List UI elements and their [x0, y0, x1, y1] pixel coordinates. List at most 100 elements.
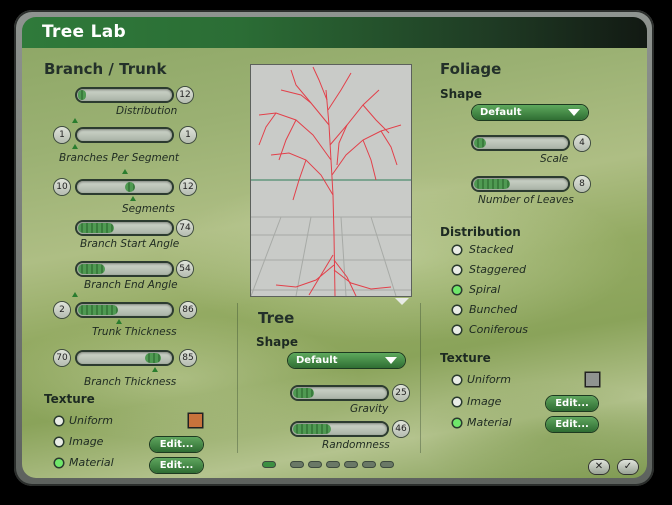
- trunk-thickness-label: Trunk Thickness: [92, 326, 177, 338]
- segments-max-value: 12: [180, 179, 196, 195]
- gravity-fill: [293, 388, 314, 398]
- page-indicator-1[interactable]: [263, 462, 275, 467]
- branches-min-value: 1: [54, 127, 70, 143]
- distribution-slider-fill: [78, 90, 86, 100]
- foliage-material-edit-button[interactable]: Edit...: [546, 417, 598, 432]
- chevron-down-icon: [568, 109, 580, 116]
- branch-texture-uniform-label: Uniform: [69, 414, 113, 427]
- scale-label: Scale: [540, 153, 569, 165]
- cancel-button[interactable]: ✕: [589, 460, 609, 474]
- trunk-thickness-max: 86: [180, 302, 196, 318]
- segments-max-marker[interactable]: [130, 196, 136, 201]
- foliage-uniform-color-swatch[interactable]: [586, 373, 599, 386]
- branch-thickness-max-marker[interactable]: [152, 367, 158, 372]
- chevron-down-icon: [385, 357, 397, 364]
- number-of-leaves-slider[interactable]: [473, 178, 568, 190]
- branch-uniform-color-swatch[interactable]: [189, 414, 202, 427]
- distribution-coniferous-label: Coniferous: [469, 323, 529, 336]
- foliage-image-edit-button[interactable]: Edit...: [546, 396, 598, 411]
- branches-per-segment-label: Branches Per Segment: [59, 152, 180, 164]
- page-indicator-2[interactable]: [291, 462, 303, 467]
- foliage-shape-heading: Shape: [440, 87, 483, 101]
- distribution-label: Distribution: [116, 105, 178, 117]
- number-of-leaves-fill: [474, 179, 510, 189]
- branch-texture-material-label: Material: [69, 456, 114, 469]
- scale-slider[interactable]: [473, 137, 568, 149]
- segments-min-value: 10: [54, 179, 70, 195]
- branch-thickness-max: 85: [180, 350, 196, 366]
- foliage-shape-dropdown[interactable]: Default: [472, 105, 588, 120]
- branch-end-angle-value: 54: [177, 261, 193, 277]
- number-of-leaves-value: 8: [574, 176, 590, 192]
- gravity-label: Gravity: [350, 403, 389, 415]
- page-indicator-6[interactable]: [363, 462, 375, 467]
- tree-preview-canvas: [250, 65, 411, 297]
- foliage-texture-image-radio[interactable]: [453, 398, 461, 406]
- randomness-fill: [293, 424, 331, 434]
- main-panel: Branch / Trunk 12 Distribution 1 1 Branc…: [22, 48, 647, 478]
- number-of-leaves-label: Number of Leaves: [478, 194, 574, 206]
- trunk-thickness-max-marker[interactable]: [116, 319, 122, 324]
- branch-texture-material-radio[interactable]: [55, 459, 63, 467]
- scale-fill: [474, 138, 486, 148]
- foliage-heading: Foliage: [440, 60, 502, 78]
- tree-shape-dropdown[interactable]: Default: [288, 353, 405, 368]
- title-bar: Tree Lab: [22, 17, 647, 48]
- segments-slider[interactable]: [77, 181, 172, 193]
- right-divider: [420, 303, 421, 453]
- foliage-texture-image-label: Image: [467, 395, 502, 408]
- distribution-bunched-label: Bunched: [469, 303, 518, 316]
- distribution-coniferous-radio[interactable]: [453, 326, 461, 334]
- branch-end-angle-slider[interactable]: [77, 263, 172, 275]
- page-indicator-4[interactable]: [327, 462, 339, 467]
- branch-thickness-slider[interactable]: [77, 352, 172, 364]
- distribution-value: 12: [177, 87, 193, 103]
- foliage-texture-heading: Texture: [440, 351, 491, 365]
- branches-max-value: 1: [180, 127, 196, 143]
- preview-options-arrow-icon[interactable]: [395, 298, 409, 305]
- branch-start-angle-value: 74: [177, 220, 193, 236]
- tree-preview[interactable]: [250, 65, 411, 297]
- page-indicator-7[interactable]: [381, 462, 393, 467]
- branch-trunk-heading: Branch / Trunk: [44, 60, 167, 78]
- ok-button[interactable]: ✓: [618, 460, 638, 474]
- branches-max-marker[interactable]: [72, 144, 78, 149]
- segments-min-marker[interactable]: [122, 169, 128, 174]
- branch-start-angle-slider[interactable]: [77, 222, 172, 234]
- branch-thickness-fill: [145, 353, 161, 363]
- trunk-thickness-slider[interactable]: [77, 304, 172, 316]
- branches-per-segment-slider[interactable]: [77, 129, 172, 141]
- tree-shape-heading: Shape: [256, 335, 299, 349]
- gravity-slider[interactable]: [292, 387, 387, 399]
- distribution-stacked-radio[interactable]: [453, 246, 461, 254]
- distribution-bunched-radio[interactable]: [453, 306, 461, 314]
- scale-value: 4: [574, 135, 590, 151]
- branches-min-marker[interactable]: [72, 118, 78, 123]
- distribution-slider[interactable]: [77, 89, 172, 101]
- distribution-spiral-label: Spiral: [469, 283, 501, 296]
- branch-start-angle-fill: [78, 223, 114, 233]
- branch-texture-image-radio[interactable]: [55, 438, 63, 446]
- branch-end-angle-fill: [78, 264, 105, 274]
- window-title: Tree Lab: [42, 22, 126, 42]
- page-indicator-5[interactable]: [345, 462, 357, 467]
- distribution-staggered-radio[interactable]: [453, 266, 461, 274]
- distribution-stacked-label: Stacked: [469, 243, 514, 256]
- foliage-texture-material-radio[interactable]: [453, 419, 461, 427]
- randomness-value: 46: [393, 421, 409, 437]
- randomness-slider[interactable]: [292, 423, 387, 435]
- trunk-thickness-min-marker[interactable]: [72, 292, 78, 297]
- branch-material-edit-button[interactable]: Edit...: [150, 458, 203, 473]
- left-divider: [237, 303, 238, 453]
- branch-image-edit-button[interactable]: Edit...: [150, 437, 203, 452]
- page-indicator-3[interactable]: [309, 462, 321, 467]
- randomness-label: Randomness: [322, 439, 390, 451]
- close-icon: ✕: [594, 461, 604, 472]
- distribution-spiral-radio[interactable]: [453, 286, 461, 294]
- branch-texture-uniform-radio[interactable]: [55, 417, 63, 425]
- branch-start-angle-label: Branch Start Angle: [80, 238, 180, 250]
- foliage-texture-material-label: Material: [467, 416, 512, 429]
- foliage-texture-uniform-radio[interactable]: [453, 376, 461, 384]
- check-icon: ✓: [623, 461, 633, 472]
- branch-thickness-min: 70: [54, 350, 70, 366]
